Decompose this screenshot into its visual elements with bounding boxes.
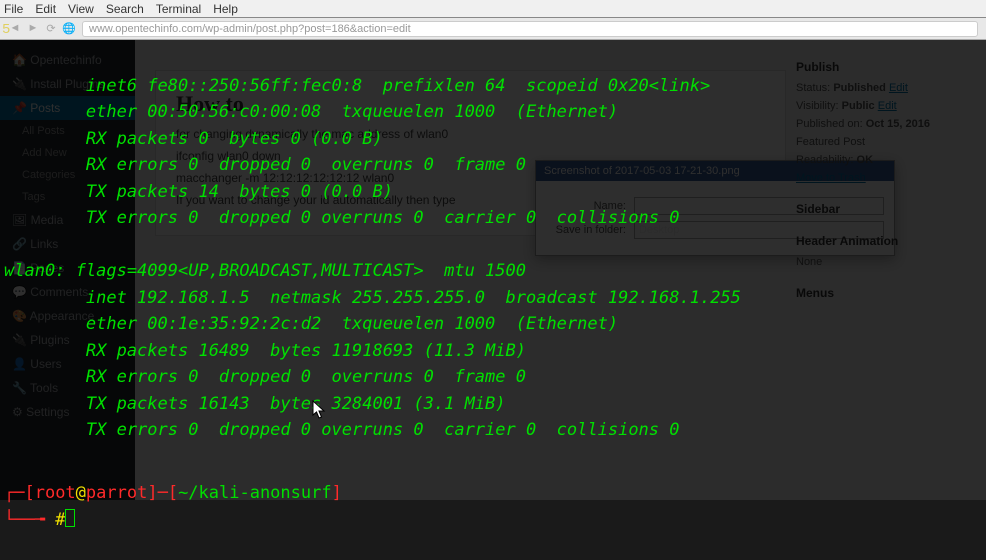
terminal-line: RX packets 16489 bytes 11918693 (11.3 Mi… <box>4 338 982 365</box>
terminal-line: TX packets 16143 bytes 3284001 (3.1 MiB) <box>4 391 982 418</box>
menu-view[interactable]: View <box>68 2 94 16</box>
terminal-line: wlan0: flags=4099<UP,BROADCAST,MULTICAST… <box>4 258 982 285</box>
terminal-line <box>4 232 982 259</box>
terminal-line: RX errors 0 dropped 0 overruns 0 frame 0 <box>4 152 982 179</box>
prompt-line2: └──╼ <box>4 510 55 530</box>
prompt-user: root <box>35 483 76 503</box>
terminal-line: ether 00:50:56:c0:00:08 txqueuelen 1000 … <box>4 99 982 126</box>
globe-icon: 🌐 <box>62 22 76 35</box>
terminal-line: ether 00:1e:35:92:2c:d2 txqueuelen 1000 … <box>4 311 982 338</box>
browser-toolbar: ◄ ► ⟳ 🌐 www.opentechinfo.com/wp-admin/po… <box>0 18 986 40</box>
prompt-bracket: ] <box>332 483 342 503</box>
prompt-bracket: ┌─[ <box>4 483 35 503</box>
menu-help[interactable]: Help <box>213 2 238 16</box>
terminal-line: RX packets 0 bytes 0 (0.0 B) <box>4 126 982 153</box>
terminal-output[interactable]: inet6 fe80::250:56ff:fec0:8 prefixlen 64… <box>0 40 986 500</box>
menu-edit[interactable]: Edit <box>35 2 56 16</box>
prompt-path: ~/kali-anonsurf <box>178 483 332 503</box>
terminal-line: RX errors 0 dropped 0 overruns 0 frame 0 <box>4 364 982 391</box>
terminal-line: TX packets 14 bytes 0 (0.0 B) <box>4 179 982 206</box>
terminal-line: TX errors 0 dropped 0 overruns 0 carrier… <box>4 205 982 232</box>
prompt-bracket: ]─[ <box>147 483 178 503</box>
prompt-at: @ <box>76 483 86 503</box>
parrot-badge: 5 <box>2 22 10 38</box>
terminal-line: inet 192.168.1.5 netmask 255.255.255.0 b… <box>4 285 982 312</box>
url-bar[interactable]: www.opentechinfo.com/wp-admin/post.php?p… <box>82 21 978 37</box>
menu-search[interactable]: Search <box>106 2 144 16</box>
shell-prompt[interactable]: ┌─[root@parrot]─[~/kali-anonsurf] └──╼ # <box>4 480 982 533</box>
menu-terminal[interactable]: Terminal <box>156 2 201 16</box>
forward-icon[interactable]: ► <box>26 22 40 35</box>
menu-file[interactable]: File <box>4 2 23 16</box>
reload-icon[interactable]: ⟳ <box>44 22 58 35</box>
terminal-line: inet6 fe80::250:56ff:fec0:8 prefixlen 64… <box>4 73 982 100</box>
app-menubar: File Edit View Search Terminal Help <box>0 0 986 18</box>
terminal-line: TX errors 0 dropped 0 overruns 0 carrier… <box>4 417 982 444</box>
prompt-hash: # <box>55 510 65 530</box>
cursor-icon <box>65 509 75 527</box>
prompt-host: parrot <box>86 483 147 503</box>
